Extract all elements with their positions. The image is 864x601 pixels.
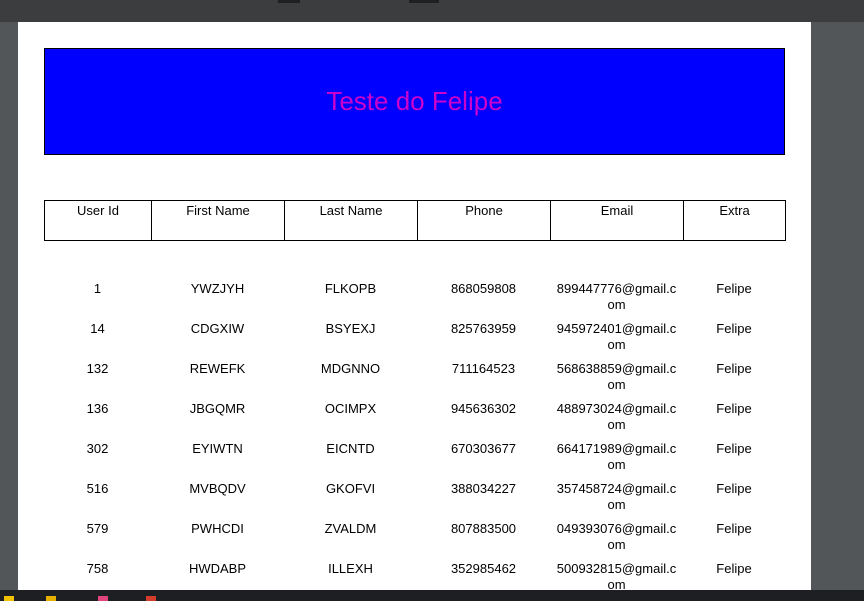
- title-banner: Teste do Felipe: [44, 48, 785, 155]
- cell-email: 945972401@gmail.com: [556, 321, 677, 352]
- cell-last-name: BSYEXJ: [325, 321, 376, 336]
- cell-email: 500932815@gmail.com: [556, 561, 677, 590]
- cell-extra: Felipe: [716, 321, 752, 336]
- column-header-user-id: User Id: [44, 200, 152, 241]
- cell-phone: 711164523: [451, 361, 516, 376]
- table-row: 758 HWDABP ILLEXH 352985462 500932815@gmail.…: [44, 561, 785, 590]
- users-table: 1 YWZJYH FLKOPB 868059808 899447776@gmail.co…: [44, 281, 785, 590]
- cell-user-id: 579: [86, 521, 109, 536]
- cell-phone: 825763959: [450, 321, 517, 336]
- table-row: 132 REWEFK MDGNNO 711164523 568638859@gmail.…: [44, 361, 785, 401]
- folder-icon[interactable]: [4, 596, 14, 601]
- app-icon[interactable]: [98, 596, 108, 601]
- cell-first-name: HWDABP: [188, 561, 247, 576]
- cell-user-id: 136: [86, 401, 109, 416]
- cell-extra: Felipe: [716, 401, 752, 416]
- cell-user-id: 1: [93, 281, 102, 296]
- cell-phone: 388034227: [450, 481, 517, 496]
- cell-email: 049393076@gmail.com: [556, 521, 677, 552]
- cell-phone: 352985462: [450, 561, 517, 576]
- cell-extra: Felipe: [716, 361, 752, 376]
- table-row: 516 MVBQDV GKOFVI 388034227 357458724@gmail.…: [44, 481, 785, 521]
- cell-first-name: PWHCDI: [191, 521, 244, 536]
- cell-email: 899447776@gmail.com: [556, 281, 677, 312]
- cell-phone: 868059808: [450, 281, 517, 296]
- store-icon[interactable]: [146, 596, 156, 601]
- cell-last-name: ZVALDM: [324, 521, 377, 536]
- cell-user-id: 758: [86, 561, 109, 576]
- cell-email: 357458724@gmail.com: [556, 481, 677, 512]
- cell-email: 568638859@gmail.com: [556, 361, 677, 392]
- cell-last-name: MDGNNO: [320, 361, 381, 376]
- column-header-first-name: First Name: [151, 200, 285, 241]
- cell-extra: Felipe: [716, 481, 752, 496]
- cell-user-id: 14: [90, 321, 105, 336]
- cell-extra: Felipe: [716, 281, 752, 296]
- cell-last-name: ILLEXH: [328, 561, 373, 576]
- cell-email: 664171989@gmail.com: [556, 441, 677, 472]
- cell-last-name: GKOFVI: [325, 481, 376, 496]
- cell-extra: Felipe: [716, 561, 752, 576]
- table-row: 579 PWHCDI ZVALDM 807883500 049393076@gmail.…: [44, 521, 785, 561]
- file-explorer-icon[interactable]: [46, 596, 56, 601]
- cell-first-name: REWEFK: [189, 361, 246, 376]
- column-header-email: Email: [550, 200, 684, 241]
- cell-phone: 807883500: [450, 521, 517, 536]
- cell-user-id: 132: [86, 361, 109, 376]
- column-header-extra: Extra: [683, 200, 786, 241]
- cell-extra: Felipe: [716, 521, 752, 536]
- cell-first-name: YWZJYH: [190, 281, 245, 296]
- page-title: Teste do Felipe: [326, 86, 503, 116]
- cell-extra: Felipe: [716, 441, 752, 456]
- table-row: 302 EYIWTN EICNTD 670303677 664171989@gmail.…: [44, 441, 785, 481]
- cell-first-name: JBGQMR: [189, 401, 246, 416]
- cell-phone: 945636302: [450, 401, 517, 416]
- document-page: Teste do Felipe User Id First Name Last …: [18, 22, 811, 590]
- toolbar-indicator: [409, 0, 439, 3]
- table-row: 14 CDGXIW BSYEXJ 825763959 945972401@gmail.c…: [44, 321, 785, 361]
- cell-first-name: EYIWTN: [192, 441, 243, 456]
- table-header: User Id First Name Last Name Phone Email…: [44, 200, 786, 241]
- column-header-last-name: Last Name: [284, 200, 418, 241]
- cell-first-name: CDGXIW: [190, 321, 245, 336]
- cell-first-name: MVBQDV: [189, 481, 246, 496]
- column-header-phone: Phone: [417, 200, 551, 241]
- cell-last-name: OCIMPX: [324, 401, 377, 416]
- table-row: 136 JBGQMR OCIMPX 945636302 488973024@gmail.…: [44, 401, 785, 441]
- viewer-toolbar: [0, 0, 864, 22]
- cell-email: 488973024@gmail.com: [556, 401, 677, 432]
- cell-user-id: 516: [86, 481, 109, 496]
- cell-last-name: EICNTD: [326, 441, 375, 456]
- table-row: 1 YWZJYH FLKOPB 868059808 899447776@gmail.co…: [44, 281, 785, 321]
- toolbar-indicator: [278, 0, 300, 3]
- taskbar: [0, 590, 864, 601]
- cell-phone: 670303677: [450, 441, 517, 456]
- cell-user-id: 302: [86, 441, 109, 456]
- cell-last-name: FLKOPB: [324, 281, 377, 296]
